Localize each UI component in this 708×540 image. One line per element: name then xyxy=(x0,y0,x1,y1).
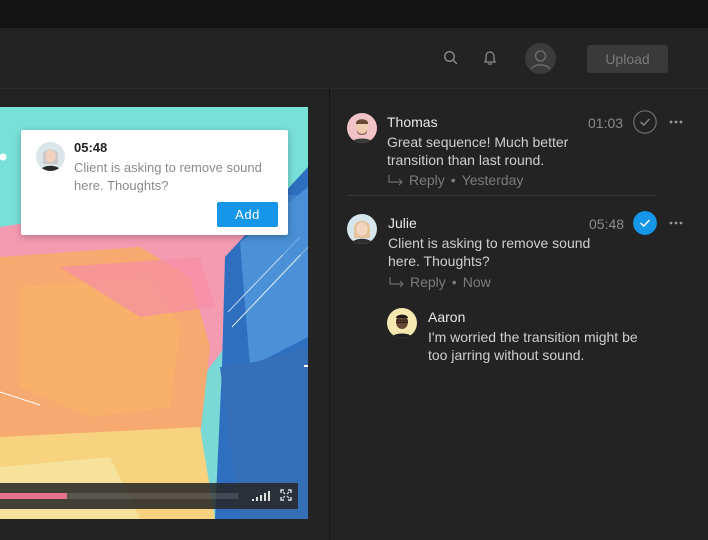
meta-separator: • xyxy=(450,172,456,188)
upload-button[interactable]: Upload xyxy=(587,45,668,73)
panel-divider xyxy=(329,88,330,540)
avatar xyxy=(387,308,417,338)
comment-timestamp[interactable]: 05:48 xyxy=(589,216,624,232)
reply-link[interactable]: Reply xyxy=(410,274,446,290)
reply-icon xyxy=(389,277,404,288)
user-avatar-button[interactable] xyxy=(525,43,556,74)
comment-author: Julie xyxy=(388,215,417,231)
popup-timestamp: 05:48 xyxy=(74,140,108,155)
add-comment-button[interactable]: Add xyxy=(217,202,278,227)
comment-author: Thomas xyxy=(387,114,438,130)
video-progress-track[interactable] xyxy=(0,493,238,499)
video-progress-fill xyxy=(0,493,67,499)
comment-meta: Reply • Yesterday xyxy=(387,172,523,188)
reply-author: Aaron xyxy=(428,309,466,325)
reply-text: I'm worried the transition might be too … xyxy=(428,329,638,363)
comment-popup: 05:48 Client is asking to remove sound h… xyxy=(21,130,288,235)
user-avatar-icon xyxy=(530,50,551,70)
volume-icon[interactable] xyxy=(251,490,271,502)
avatar xyxy=(347,214,377,244)
more-options-icon[interactable] xyxy=(669,221,683,225)
more-options-icon[interactable] xyxy=(669,120,683,124)
fullscreen-icon[interactable] xyxy=(280,489,292,501)
avatar xyxy=(347,113,377,143)
resolve-check-icon[interactable] xyxy=(633,110,657,134)
popup-comment-text: Client is asking to remove sound here. T… xyxy=(74,160,262,193)
reply-icon xyxy=(388,175,403,186)
comment-text: Great sequence! Much better transition t… xyxy=(387,134,569,168)
bell-icon[interactable] xyxy=(482,50,498,66)
comment-meta: Reply • Now xyxy=(388,274,491,290)
comment-timestamp[interactable]: 01:03 xyxy=(588,115,623,131)
meta-separator: • xyxy=(451,274,457,290)
comment-divider xyxy=(347,195,655,196)
resolved-check-icon[interactable] xyxy=(633,211,657,235)
comment-date: Now xyxy=(462,274,491,290)
avatar xyxy=(36,142,65,171)
search-icon[interactable] xyxy=(443,50,459,66)
comment-text: Client is asking to remove sound here. T… xyxy=(388,235,591,269)
window-top-bar xyxy=(0,0,708,28)
comment-date: Yesterday xyxy=(461,172,524,188)
reply-link[interactable]: Reply xyxy=(409,172,445,188)
